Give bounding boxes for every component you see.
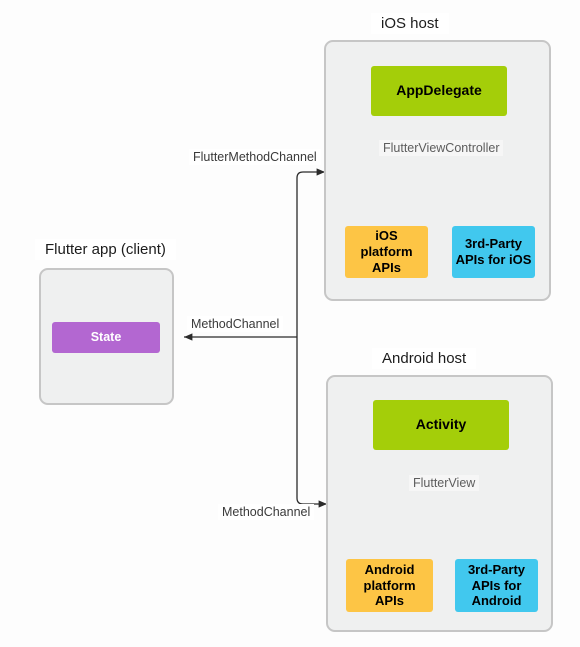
line-3: APIs <box>375 593 404 609</box>
edge-label-fluttermethodchannel: FlutterMethodChannel <box>189 149 321 165</box>
node-appdelegate[interactable]: AppDelegate <box>371 66 507 116</box>
edge-method-channel-trunk <box>183 168 328 508</box>
node-ios-platform-apis[interactable]: iOS platform APIs <box>345 226 428 278</box>
node-3rd-party-apis-for-android-text: 3rd-Party APIs for Android <box>468 562 525 610</box>
edge-label-flutterviewcontroller: FlutterViewController <box>379 140 504 156</box>
android-host-title: Android host <box>372 348 477 369</box>
ios-host-title: iOS host <box>371 13 449 34</box>
diagram-canvas: Flutter app (client) State iOS host AppD… <box>0 0 580 647</box>
node-android-platform-apis-text: Android platform APIs <box>364 562 416 610</box>
edge-label-methodchannel-to-state: MethodChannel <box>187 316 284 332</box>
flutter-app-title: Flutter app (client) <box>35 239 176 260</box>
node-ios-platform-apis-text: iOS platform APIs <box>361 228 413 276</box>
line-3: Android <box>471 593 522 609</box>
node-3rd-party-apis-for-android[interactable]: 3rd-Party APIs for Android <box>455 559 538 612</box>
line-3: APIs <box>372 259 401 275</box>
node-android-platform-apis[interactable]: Android platform APIs <box>346 559 433 612</box>
node-activity[interactable]: Activity <box>373 400 509 450</box>
edge-label-methodchannel-android: MethodChannel <box>218 504 315 520</box>
line-1: Android <box>364 561 415 577</box>
edge-label-flutterview: FlutterView <box>409 475 480 491</box>
line-1: 3rd-Party <box>467 561 526 577</box>
line-2: platform <box>360 244 413 260</box>
node-3rd-party-apis-for-ios[interactable]: 3rd-Party APIs for iOS <box>452 226 535 278</box>
line-1: 3rd-Party <box>464 236 523 252</box>
line-1: iOS <box>375 228 398 244</box>
line-2: APIs for iOS <box>455 252 532 267</box>
line-2: platform <box>363 577 416 593</box>
node-state[interactable]: State <box>52 322 160 353</box>
node-3rd-party-apis-for-ios-text: 3rd-Party APIs for iOS <box>456 236 532 268</box>
line-2: APIs for <box>471 577 522 593</box>
